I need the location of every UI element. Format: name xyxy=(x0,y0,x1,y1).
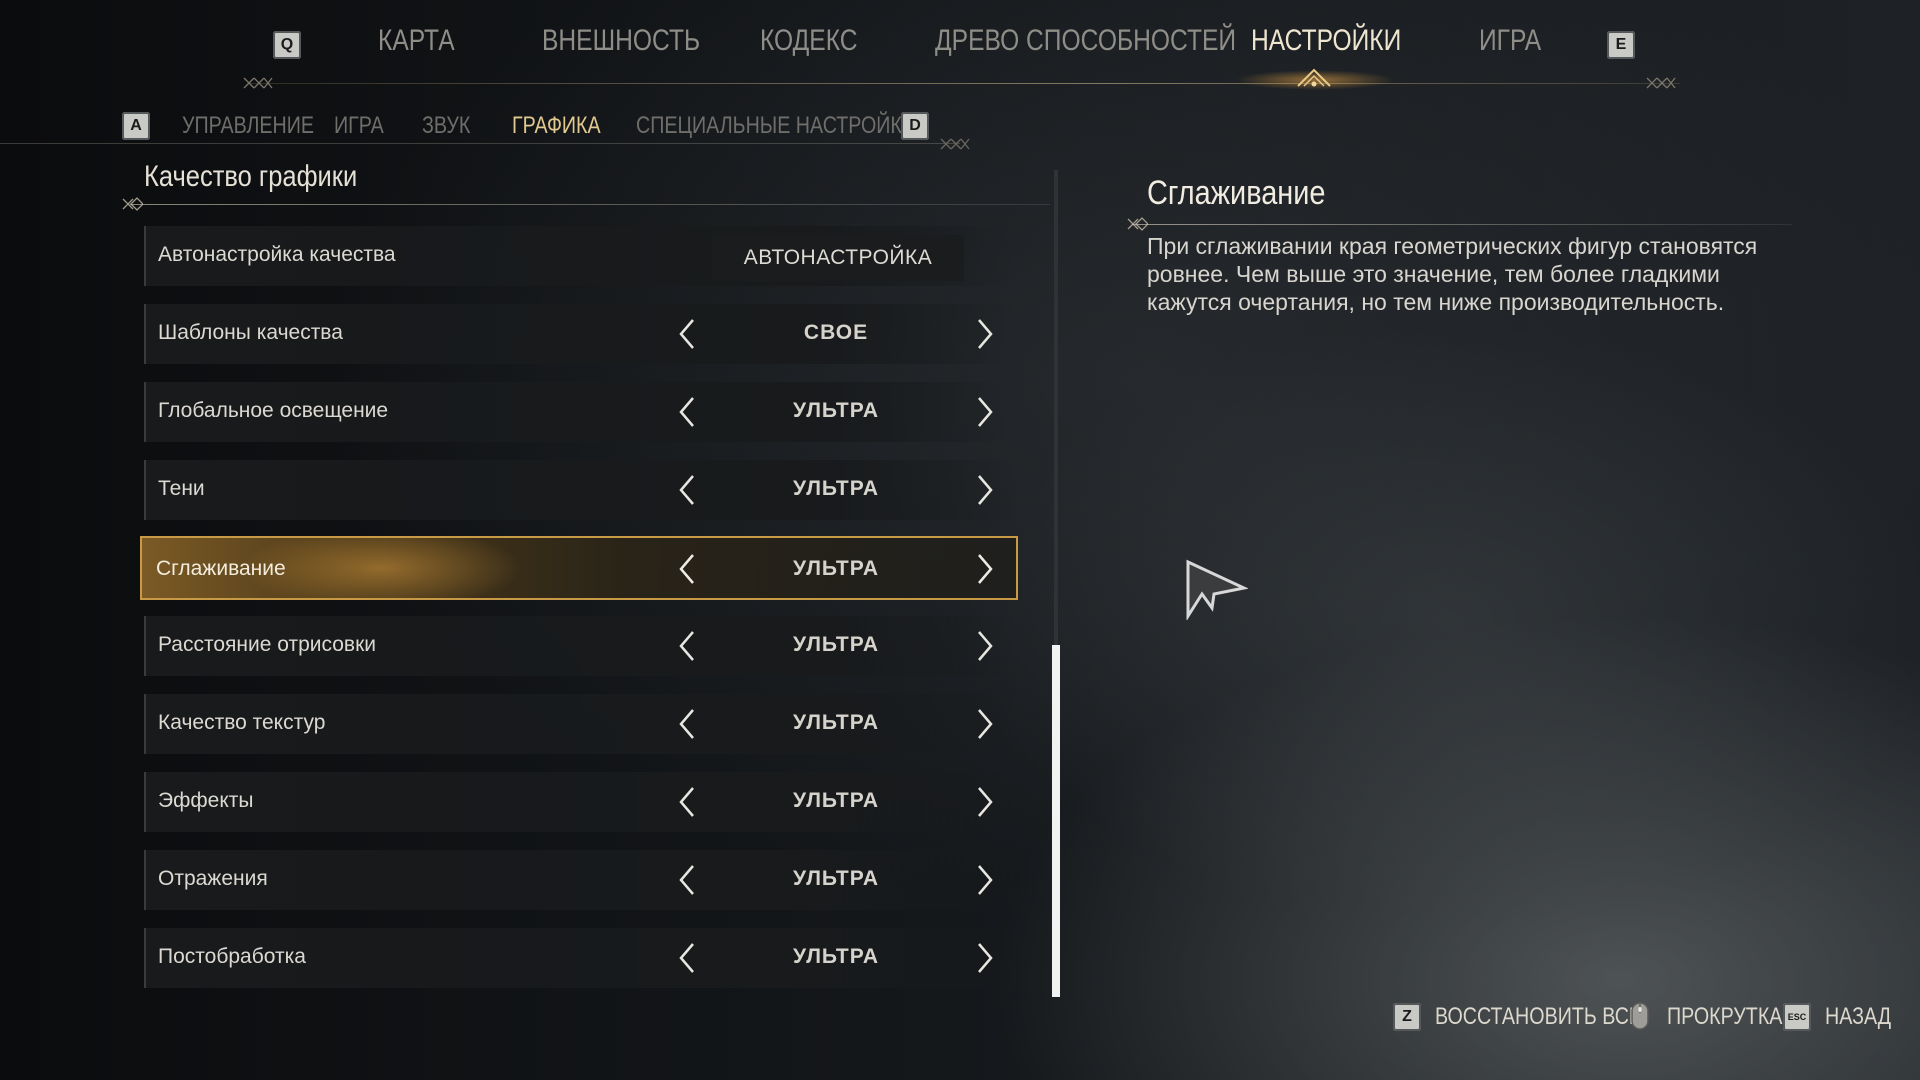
subtab-sound[interactable]: ЗВУК xyxy=(422,112,470,140)
chevron-left-icon[interactable] xyxy=(673,784,703,820)
chevron-left-icon[interactable] xyxy=(673,472,703,508)
setting-label: Глобальное освещение xyxy=(158,399,389,422)
sub-nav-divider xyxy=(0,143,960,144)
section-divider xyxy=(130,204,1050,205)
mouse-icon xyxy=(1631,1002,1649,1030)
tab-map[interactable]: КАРТА xyxy=(378,24,455,58)
reset-all-button[interactable]: ВОССТАНОВИТЬ ВСЕ xyxy=(1435,1003,1642,1031)
setting-value: УЛЬТРА xyxy=(792,789,880,812)
tab-appearance[interactable]: ВНЕШНОСТЬ xyxy=(542,24,700,58)
setting-row-anti-aliasing[interactable]: Сглаживание УЛЬТРА xyxy=(140,536,1018,600)
chevron-right-icon[interactable] xyxy=(969,472,999,508)
back-button[interactable]: НАЗАД xyxy=(1825,1003,1891,1031)
description-text: При сглаживании края геометрических фигу… xyxy=(1147,233,1758,315)
chevron-left-icon[interactable] xyxy=(673,316,703,352)
setting-value: УЛЬТРА xyxy=(792,557,880,580)
scroll-hint: ПРОКРУТКА xyxy=(1667,1003,1783,1030)
setting-row-draw-distance[interactable]: Расстояние отрисовки УЛЬТРА xyxy=(144,616,1014,676)
setting-label: Шаблоны качества xyxy=(158,321,343,344)
divider-ornament-right-icon xyxy=(1646,77,1676,89)
setting-value: УЛЬТРА xyxy=(792,867,880,890)
subtab-controls[interactable]: УПРАВЛЕНИЕ xyxy=(182,112,314,140)
setting-row-reflections[interactable]: Отражения УЛЬТРА xyxy=(144,850,1014,910)
scrollbar-thumb[interactable] xyxy=(1052,645,1060,997)
setting-row-quality-preset[interactable]: Шаблоны качества СВОЕ xyxy=(144,304,1014,364)
chevron-left-icon[interactable] xyxy=(673,940,703,976)
next-tab-key-e[interactable]: E xyxy=(1607,31,1635,59)
divider-ornament-left-icon xyxy=(243,77,273,89)
setting-row-effects[interactable]: Эффекты УЛЬТРА xyxy=(144,772,1014,832)
description-title: Сглаживание xyxy=(1147,174,1326,212)
next-subtab-key-d[interactable]: D xyxy=(901,112,929,140)
setting-label: Тени xyxy=(158,477,205,500)
setting-label: Отражения xyxy=(158,867,268,890)
setting-label: Эффекты xyxy=(158,789,254,812)
chevron-right-icon[interactable] xyxy=(969,394,999,430)
setting-label: Автонастройка качества xyxy=(158,243,396,266)
top-nav-divider xyxy=(250,83,1680,84)
prev-tab-key-q[interactable]: Q xyxy=(273,31,301,59)
setting-row-post-processing[interactable]: Постобработка УЛЬТРА xyxy=(144,928,1014,988)
subtab-game[interactable]: ИГРА xyxy=(334,112,384,140)
tab-skill-tree[interactable]: ДРЕВО СПОСОБНОСТЕЙ xyxy=(935,24,1236,58)
chevron-left-icon[interactable] xyxy=(673,628,703,664)
section-title: Качество графики xyxy=(144,160,358,193)
tab-game[interactable]: ИГРА xyxy=(1479,24,1541,58)
subtab-graphics[interactable]: ГРАФИКА xyxy=(512,112,601,140)
setting-value: УЛЬТРА xyxy=(792,711,880,734)
chevron-right-icon[interactable] xyxy=(969,706,999,742)
prev-subtab-key-a[interactable]: A xyxy=(122,112,150,140)
chevron-right-icon[interactable] xyxy=(969,316,999,352)
setting-row-shadows[interactable]: Тени УЛЬТРА xyxy=(144,460,1014,520)
subtab-special-settings[interactable]: СПЕЦИАЛЬНЫЕ НАСТРОЙКИ xyxy=(636,112,916,140)
reset-all-key-z[interactable]: Z xyxy=(1393,1003,1421,1031)
chevron-right-icon[interactable] xyxy=(969,628,999,664)
chevron-left-icon[interactable] xyxy=(673,551,703,587)
chevron-right-icon[interactable] xyxy=(969,784,999,820)
chevron-left-icon[interactable] xyxy=(673,394,703,430)
back-key-esc[interactable]: ESC xyxy=(1783,1003,1811,1031)
tab-codex[interactable]: КОДЕКС xyxy=(760,24,858,58)
chevron-left-icon[interactable] xyxy=(673,706,703,742)
autodetect-button[interactable]: АВТОНАСТРОЙКА xyxy=(712,235,964,281)
setting-value: УЛЬТРА xyxy=(792,633,880,656)
setting-value: УЛЬТРА xyxy=(792,399,880,422)
chevron-left-icon[interactable] xyxy=(673,862,703,898)
setting-value: СВОЕ xyxy=(803,321,869,344)
sub-divider-ornament-icon xyxy=(940,138,970,150)
setting-label: Сглаживание xyxy=(156,557,286,580)
setting-label: Качество текстур xyxy=(158,711,326,734)
setting-label: Расстояние отрисовки xyxy=(158,633,376,656)
description-divider xyxy=(1132,224,1792,225)
setting-label: Постобработка xyxy=(158,945,306,968)
active-tab-indicator-icon xyxy=(1297,68,1331,87)
tab-settings[interactable]: НАСТРОЙКИ xyxy=(1251,24,1401,58)
setting-value: УЛЬТРА xyxy=(792,945,880,968)
chevron-right-icon[interactable] xyxy=(969,862,999,898)
setting-value: УЛЬТРА xyxy=(792,477,880,500)
mouse-cursor-icon xyxy=(1186,559,1248,620)
chevron-right-icon[interactable] xyxy=(969,940,999,976)
setting-row-global-illumination[interactable]: Глобальное освещение УЛЬТРА xyxy=(144,382,1014,442)
chevron-right-icon[interactable] xyxy=(969,551,999,587)
setting-row-texture-quality[interactable]: Качество текстур УЛЬТРА xyxy=(144,694,1014,754)
